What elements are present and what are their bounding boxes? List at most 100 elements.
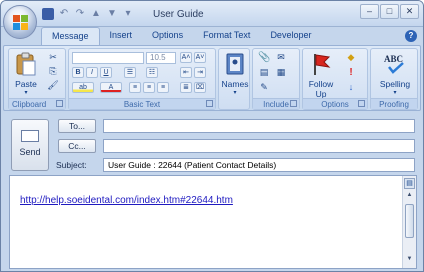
copy-icon[interactable]: ⎘ xyxy=(47,67,59,78)
attach-file-icon[interactable]: 📎 xyxy=(258,53,270,64)
high-importance-icon[interactable]: ! xyxy=(345,68,357,79)
cut-icon[interactable]: ✂ xyxy=(47,53,59,64)
bullets-icon[interactable]: ☰ xyxy=(124,67,136,78)
follow-up-button[interactable]: Follow Up xyxy=(305,51,337,99)
names-button[interactable]: Names ▾ xyxy=(221,51,249,96)
names-label: Names xyxy=(221,79,249,89)
basic-text-group-label: Basic Text xyxy=(69,98,215,109)
subject-field[interactable]: User Guide : 22644 (Patient Contact Deta… xyxy=(103,158,415,172)
send-button[interactable]: Send xyxy=(11,119,49,171)
close-button[interactable]: ✕ xyxy=(400,4,419,19)
align-right-icon[interactable]: ≡ xyxy=(157,82,169,93)
cc-field[interactable] xyxy=(103,139,415,153)
send-label: Send xyxy=(19,147,41,157)
align-center-icon[interactable]: ≡ xyxy=(143,82,155,93)
minimize-button[interactable]: – xyxy=(360,4,379,19)
to-field[interactable] xyxy=(103,119,415,133)
ribbon-tabs: Message Insert Options Format Text Devel… xyxy=(41,27,321,46)
scroll-down-icon[interactable]: ▼ xyxy=(405,256,414,262)
format-painter-icon[interactable]: 🖌 xyxy=(47,81,59,92)
office-logo-icon xyxy=(13,15,28,30)
tab-developer[interactable]: Developer xyxy=(260,27,321,45)
decrease-indent-icon[interactable]: ⇤ xyxy=(180,67,192,78)
down-arrow-icon[interactable]: ▼ xyxy=(105,7,119,21)
send-envelope-icon xyxy=(21,130,39,142)
numbering-icon[interactable]: ☷ xyxy=(146,67,158,78)
tab-insert[interactable]: Insert xyxy=(100,27,143,45)
up-arrow-icon[interactable]: ▲ xyxy=(89,7,103,21)
paste-icon xyxy=(16,52,36,76)
options-label: Options xyxy=(321,100,349,109)
maximize-button[interactable]: □ xyxy=(380,4,399,19)
options-group-label: Options xyxy=(303,98,367,109)
address-book-icon xyxy=(226,53,244,75)
increase-indent-icon[interactable]: ⇥ xyxy=(194,67,206,78)
italic-button[interactable]: I xyxy=(86,67,98,78)
clipboard-group-label: Clipboard xyxy=(9,98,65,109)
follow-up-label: Follow xyxy=(308,79,334,89)
svg-text:ABC: ABC xyxy=(384,54,403,64)
calendar-icon[interactable]: ▦ xyxy=(275,68,287,79)
help-link[interactable]: http://help.soeidental.com/index.htm#226… xyxy=(20,195,233,206)
basic-text-label: Basic Text xyxy=(123,100,161,109)
highlight-icon[interactable]: ab xyxy=(72,82,94,93)
underline-button[interactable]: U xyxy=(100,67,112,78)
spelling-button[interactable]: ABC Spelling ▾ xyxy=(375,51,415,96)
ruler-toggle-icon[interactable]: ▤ xyxy=(404,178,415,189)
office-button[interactable] xyxy=(3,5,37,39)
cc-button[interactable]: Cc... xyxy=(58,139,96,153)
title-bar: ↶ ↷ ▲ ▼ ▾ User Guide – □ ✕ xyxy=(1,1,423,27)
save-icon[interactable] xyxy=(42,8,54,20)
signature-icon[interactable]: ✎ xyxy=(258,83,270,94)
paste-button[interactable]: Paste ▾ xyxy=(12,51,40,96)
font-size-combo[interactable]: 10.5 xyxy=(146,52,176,64)
low-importance-icon[interactable]: ↓ xyxy=(345,83,357,94)
redo-icon[interactable]: ↷ xyxy=(73,7,87,21)
group-names: Names ▾ xyxy=(218,48,250,110)
help-icon[interactable]: ? xyxy=(405,30,417,42)
spelling-dropdown-icon[interactable]: ▾ xyxy=(375,89,415,96)
font-name-combo[interactable] xyxy=(72,52,144,64)
paste-label: Paste xyxy=(15,79,37,89)
group-proofing: ABC Spelling ▾ Proofing xyxy=(370,48,418,110)
names-dropdown-icon[interactable]: ▾ xyxy=(221,89,249,96)
group-include: 📎 ✉ ▤ ▦ ✎ Include xyxy=(252,48,300,110)
clear-format-icon[interactable]: ⌧ xyxy=(194,82,206,93)
to-button[interactable]: To... xyxy=(58,119,96,133)
undo-icon[interactable]: ↶ xyxy=(57,7,71,21)
shrink-font-icon[interactable]: A˅ xyxy=(194,52,206,63)
paste-dropdown-icon[interactable]: ▾ xyxy=(12,89,40,96)
bold-button[interactable]: B xyxy=(72,67,84,78)
include-group-label: Include xyxy=(253,98,299,109)
grow-font-icon[interactable]: A˄ xyxy=(180,52,192,63)
outlook-compose-window: ↶ ↷ ▲ ▼ ▾ User Guide – □ ✕ Message Inser… xyxy=(0,0,424,272)
justify-icon[interactable]: ≣ xyxy=(180,82,192,93)
customize-qat-icon[interactable]: ▾ xyxy=(121,7,135,21)
scroll-up-icon[interactable]: ▲ xyxy=(405,192,414,198)
window-title: User Guide xyxy=(153,9,204,20)
message-body[interactable]: http://help.soeidental.com/index.htm#226… xyxy=(9,175,417,269)
quick-access-toolbar: ↶ ↷ ▲ ▼ ▾ xyxy=(41,6,135,22)
flag-icon xyxy=(314,54,331,75)
vertical-scrollbar[interactable]: ▤ ▲ ▼ xyxy=(402,176,416,268)
align-left-icon[interactable]: ≡ xyxy=(129,82,141,93)
clipboard-launcher-icon[interactable] xyxy=(56,100,63,107)
proofing-group-label: Proofing xyxy=(371,98,417,109)
font-color-icon[interactable]: A xyxy=(100,82,122,93)
business-card-icon[interactable]: ▤ xyxy=(258,68,270,79)
group-options: Follow Up ◆ ! ↓ Options xyxy=(302,48,368,110)
compose-header: Send To... Cc... Subject: User Guide : 2… xyxy=(3,113,421,175)
clipboard-label: Clipboard xyxy=(12,100,47,109)
include-launcher-icon[interactable] xyxy=(290,100,297,107)
tab-options[interactable]: Options xyxy=(142,27,193,45)
tab-message[interactable]: Message xyxy=(41,27,100,46)
basic-text-launcher-icon[interactable] xyxy=(206,100,213,107)
categorize-icon[interactable]: ◆ xyxy=(345,53,357,64)
tab-format-text[interactable]: Format Text xyxy=(193,27,260,45)
proofing-label: Proofing xyxy=(379,100,409,109)
options-launcher-icon[interactable] xyxy=(358,100,365,107)
spelling-check-icon: ABC xyxy=(384,54,404,74)
scroll-thumb[interactable] xyxy=(405,204,414,238)
attach-item-icon[interactable]: ✉ xyxy=(275,53,287,64)
spelling-label: Spelling xyxy=(379,79,411,89)
